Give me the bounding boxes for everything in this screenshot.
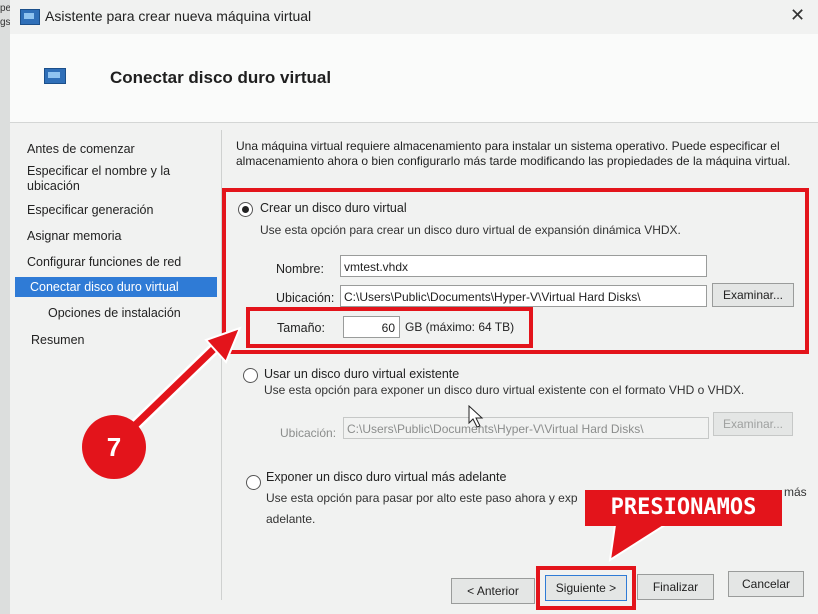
mouse-cursor-icon	[468, 405, 484, 428]
arrow-to-siguiente	[608, 524, 669, 563]
step-number-badge: 7	[82, 415, 146, 479]
arrow-to-tamano	[123, 326, 242, 437]
presionamos-banner: PRESIONAMOS	[585, 490, 782, 526]
